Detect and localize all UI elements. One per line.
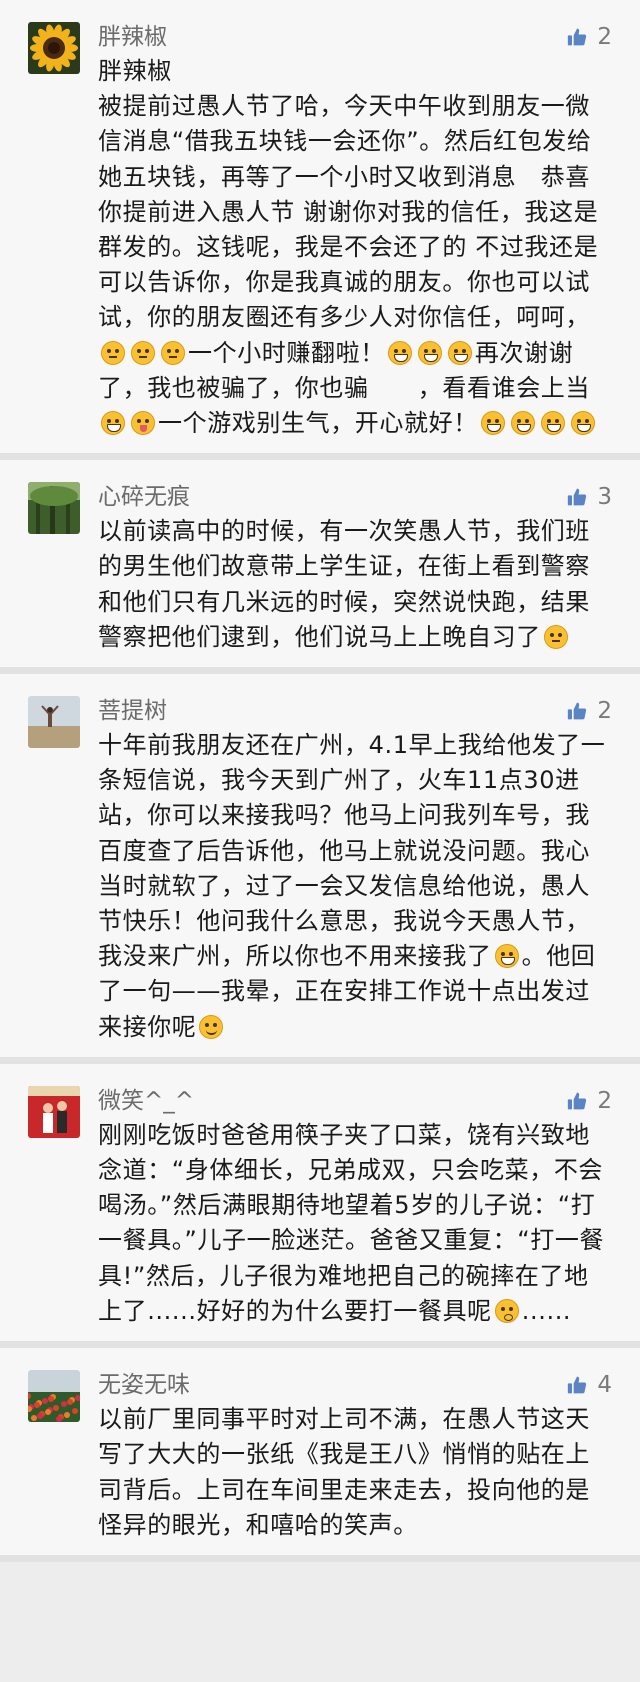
comment-header: 无姿无味 4 [98,1368,612,1402]
thumbs-up-icon [568,28,587,46]
comment-text-segment: 一个小时赚翻啦！ [188,338,385,367]
avatar[interactable] [28,1370,80,1423]
like-button[interactable]: 2 [567,1084,612,1118]
comment-text: 胖辣椒被提前过愚人节了哈，今天中午收到朋友一微信消息“借我五块钱一会还你”。然后… [98,54,612,441]
tongue-emoji-icon [131,411,155,436]
comment-header: 菩提树 2 [98,694,612,728]
comment-text: 十年前我朋友还在广州，4.1早上我给他发了一条短信说，我今天到广州了，火车11点… [98,728,612,1045]
username[interactable]: 菩提树 [98,698,167,724]
username[interactable]: 胖辣椒 [98,24,167,50]
comment-text: 刚刚吃饭时爸爸用筷子夹了口菜，饶有兴致地念道：“身体细长，兄弟成双，只会吃菜，不… [98,1118,612,1329]
comment-text-segment: 一个游戏别生气，开心就好！ [158,409,478,438]
like-button[interactable]: 4 [567,1368,612,1402]
like-button[interactable]: 3 [567,480,612,514]
comment-card-3: 菩提树 2 十年前我朋友还在广州，4.1早上我给他发了一条短信说，我今天到广州了… [0,674,640,1064]
username[interactable]: 微笑^_^ [98,1088,194,1114]
like-count: 3 [597,484,612,511]
like-count: 2 [597,24,612,50]
grin-emoji-icon [540,411,565,436]
grin-emoji-icon [480,411,505,436]
comment-text-segment: ...... [521,1296,572,1325]
username[interactable]: 无姿无味 [98,1372,190,1398]
like-count: 2 [597,1087,612,1114]
comment-header: 微笑^_^ 2 [98,1084,612,1118]
thumbs-up-icon [568,702,587,720]
grin-emoji-icon [417,340,442,365]
grin-emoji-icon [447,340,472,365]
avatar[interactable] [28,696,80,749]
grin-emoji-icon [494,944,519,969]
comment-text-segment: 十年前我朋友还在广州，4.1早上我给他发了一条短信说，我今天到广州了，火车11点… [98,731,606,971]
comment-card-4: 微笑^_^ 2 刚刚吃饭时爸爸用筷子夹了口菜，饶有兴致地念道：“身体细长，兄弟成… [0,1063,640,1349]
comment-header: 胖辣椒 2 [98,20,612,54]
thumbs-up-icon [568,1092,587,1110]
thumbs-up-icon [568,488,587,506]
grin-emoji-icon [510,411,535,436]
grin-emoji-icon [387,340,412,365]
avatar[interactable] [28,482,80,535]
comment-text: 以前读高中的时候，有一次笑愚人节，我们班的男生他们故意带上学生证，在街上看到警察… [98,514,612,655]
think-emoji-icon [101,340,125,365]
like-button[interactable]: 2 [567,694,612,728]
username[interactable]: 心碎无痕 [98,484,190,510]
comment-feed: 胖辣椒 2 胖辣椒被提前过愚人节了哈，今天中午收到朋友一微信消息“借我五块钱一会… [0,0,640,1562]
comment-text-segment: 刚刚吃饭时爸爸用筷子夹了口菜，饶有兴致地念道：“身体细长，兄弟成双，只会吃菜，不… [98,1120,605,1325]
like-button[interactable]: 2 [567,20,612,54]
comment-text-segment: 以前读高中的时候，有一次笑愚人节，我们班的男生他们故意带上学生证，在街上看到警察… [98,517,590,651]
avatar[interactable] [28,22,80,74]
smirk-emoji-icon [199,1014,224,1039]
thumbs-up-icon [568,1376,587,1394]
comment-text-segment: 被提前过愚人节了哈，今天中午收到朋友一微信消息“借我五块钱一会还你”。然后红包发… [98,92,599,332]
think-emoji-icon [131,340,155,365]
like-count: 4 [597,1372,612,1399]
avatar[interactable] [28,1085,80,1138]
think-emoji-icon [543,624,568,649]
comment-card-5: 无姿无味 4 以前厂里同事平时对上司不满，在愚人节这天写了大大的一张纸《我是王八… [0,1348,640,1562]
grin-emoji-icon [570,411,595,436]
comment-text-segment: 胖辣椒 [98,57,172,85]
comment-text: 以前厂里同事平时对上司不满，在愚人节这天写了大大的一张纸《我是王八》悄悄的贴在上… [98,1402,612,1543]
comment-card-1: 胖辣椒 2 胖辣椒被提前过愚人节了哈，今天中午收到朋友一微信消息“借我五块钱一会… [0,0,640,461]
grin-emoji-icon [101,411,125,436]
dizzy-emoji-icon [494,1298,519,1323]
comment-card-2: 心碎无痕 3 以前读高中的时候，有一次笑愚人节，我们班的男生他们故意带上学生证，… [0,460,640,675]
comment-text-segment: 以前厂里同事平时对上司不满，在愚人节这天写了大大的一张纸《我是王八》悄悄的贴在上… [98,1405,590,1539]
like-count: 2 [597,698,612,725]
comment-header: 心碎无痕 3 [98,480,612,514]
think-emoji-icon [161,340,185,365]
